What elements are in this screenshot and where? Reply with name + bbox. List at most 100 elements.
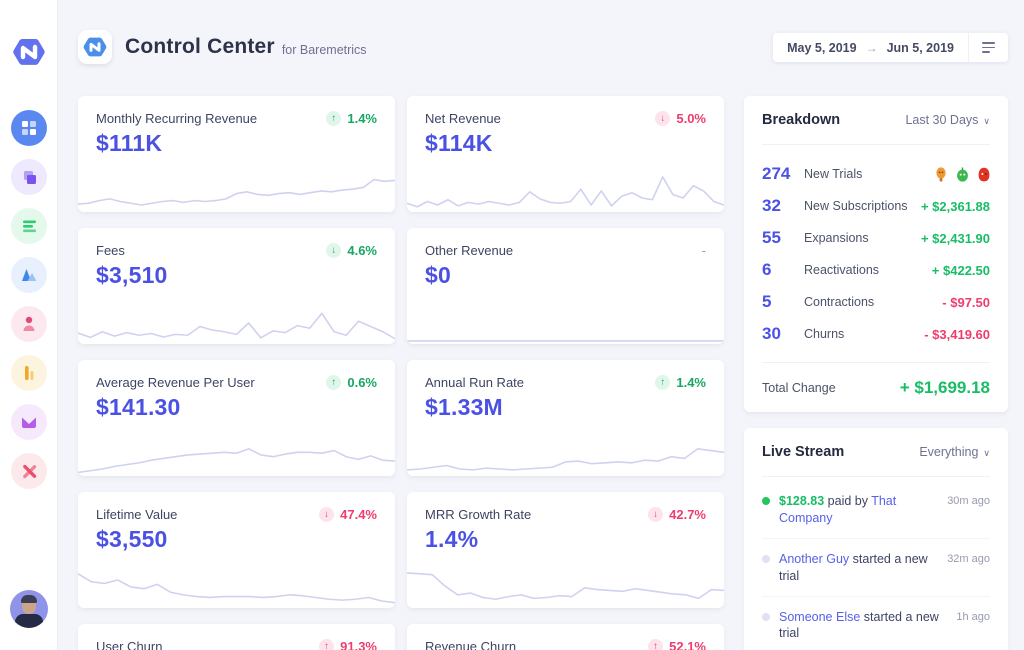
nav-dashboard-grid-icon[interactable]: [11, 110, 47, 146]
breakdown-row-churns: 30 Churns - $3,419.60: [762, 318, 990, 350]
metric-label: User Churn: [96, 639, 162, 650]
arrow-down-icon: ↓: [655, 111, 670, 126]
nav-list-lines-icon[interactable]: [11, 208, 47, 244]
date-range-text[interactable]: May 5, 2019 → Jun 5, 2019: [773, 41, 968, 55]
metric-card-ltv[interactable]: Lifetime Value ↓47.4% $3,550: [78, 492, 395, 608]
breakdown-period-dropdown[interactable]: Last 30 Days∨: [905, 113, 990, 127]
brand: Control Center for Baremetrics: [78, 30, 367, 64]
arrow-up-icon: ↑: [326, 111, 341, 126]
green-creature-icon: [956, 167, 969, 182]
metric-card-other-revenue[interactable]: Other Revenue - $0: [407, 228, 724, 344]
metric-card-user-churn[interactable]: User Churn ↑91.3%: [78, 624, 395, 650]
metric-value: $3,550: [96, 526, 377, 553]
customer-link[interactable]: Someone Else: [779, 610, 860, 624]
change-badge: ↓42.7%: [648, 507, 706, 522]
red-creature-icon: [978, 167, 990, 182]
change-badge: ↓5.0%: [655, 111, 706, 126]
change-badge: ↑1.4%: [326, 111, 377, 126]
sparkline-chart: [78, 430, 395, 476]
change-badge: -: [702, 243, 706, 258]
control-center-logo-icon: [78, 30, 112, 64]
dashboard-content: Monthly Recurring Revenue ↑1.4% $111K Ne…: [78, 96, 1008, 650]
metric-label: Annual Run Rate: [425, 375, 524, 390]
metric-value: $111K: [96, 130, 377, 157]
metric-card-arpu[interactable]: Average Revenue Per User ↑0.6% $141.30: [78, 360, 395, 476]
live-stream-filter-dropdown[interactable]: Everything∨: [919, 445, 990, 459]
customer-link[interactable]: Another Guy: [779, 552, 849, 566]
event-timestamp: 1h ago: [956, 611, 990, 623]
trial-creature-icons: [935, 167, 990, 182]
metric-label: Lifetime Value: [96, 507, 177, 522]
arrow-down-icon: ↓: [648, 507, 663, 522]
breakdown-total-row: Total Change + $1,699.18: [762, 362, 990, 413]
metric-card-fees[interactable]: Fees ↓4.6% $3,510: [78, 228, 395, 344]
main-content: Control Center for Baremetrics May 5, 20…: [58, 0, 1024, 650]
change-badge: ↓47.4%: [319, 507, 377, 522]
metric-card-mrr-growth[interactable]: MRR Growth Rate ↓42.7% 1.4%: [407, 492, 724, 608]
chevron-down-icon: ∨: [983, 448, 990, 459]
date-arrow-icon: →: [866, 41, 878, 55]
breakdown-panel: Breakdown Last 30 Days∨ 274 New Trials: [744, 96, 1008, 412]
right-column: Breakdown Last 30 Days∨ 274 New Trials: [744, 96, 1008, 650]
sidebar-nav: [0, 110, 58, 502]
live-stream-panel: Live Stream Everything∨ $128.83 paid by …: [744, 428, 1008, 650]
stream-event-trial[interactable]: Someone Else started a new trial 1h ago: [762, 597, 990, 650]
date-presets-button[interactable]: [968, 33, 1008, 62]
sparkline-chart: [407, 166, 724, 212]
metric-card-revenue-churn[interactable]: Revenue Churn ↑52.1%: [407, 624, 724, 650]
metric-label: Fees: [96, 243, 125, 258]
sidebar: [0, 0, 58, 650]
arrow-down-icon: ↓: [319, 507, 334, 522]
nav-mail-icon[interactable]: [11, 404, 47, 440]
live-stream-title: Live Stream: [762, 444, 844, 460]
date-end: Jun 5, 2019: [887, 41, 954, 55]
arrow-up-icon: ↑: [655, 375, 670, 390]
metric-label: Average Revenue Per User: [96, 375, 255, 390]
breakdown-row-new-trials: 274 New Trials: [762, 158, 990, 190]
nav-copy-layers-icon[interactable]: [11, 159, 47, 195]
change-badge: ↑52.1%: [648, 639, 706, 650]
sparkline-chart: [78, 298, 395, 344]
arrow-up-icon: ↑: [326, 375, 341, 390]
stream-event-payment[interactable]: $128.83 paid by That Company 30m ago: [762, 481, 990, 539]
chevron-down-icon: ∨: [983, 116, 990, 127]
breakdown-title: Breakdown: [762, 112, 840, 128]
breakdown-row-expansions: 55 Expansions + $2,431.90: [762, 222, 990, 254]
topbar: Control Center for Baremetrics May 5, 20…: [78, 0, 1008, 96]
metric-value: $1.33M: [425, 394, 706, 421]
lavender-dot-icon: [762, 555, 770, 563]
metric-card-net-revenue[interactable]: Net Revenue ↓5.0% $114K: [407, 96, 724, 212]
nav-close-x-icon[interactable]: [11, 453, 47, 489]
metric-label: Net Revenue: [425, 111, 501, 126]
metric-value: $0: [425, 262, 706, 289]
breakdown-row-contractions: 5 Contractions - $97.50: [762, 286, 990, 318]
nav-bar-chart-icon[interactable]: [11, 355, 47, 391]
date-range-picker[interactable]: May 5, 2019 → Jun 5, 2019: [773, 33, 1008, 62]
page-title: Control Center: [125, 35, 275, 59]
breakdown-row-reactivations: 6 Reactivations + $422.50: [762, 254, 990, 286]
lavender-dot-icon: [762, 613, 770, 621]
change-badge: ↑91.3%: [319, 639, 377, 650]
metric-card-mrr[interactable]: Monthly Recurring Revenue ↑1.4% $111K: [78, 96, 395, 212]
sparkline-chart: [407, 562, 724, 608]
metric-value: $114K: [425, 130, 706, 157]
page-subtitle: for Baremetrics: [282, 43, 367, 57]
sparkline-chart: [407, 298, 724, 344]
nav-chart-triangles-icon[interactable]: [11, 257, 47, 293]
arrow-up-icon: ↑: [319, 639, 334, 650]
metric-value: $3,510: [96, 262, 377, 289]
date-start: May 5, 2019: [787, 41, 857, 55]
change-badge: ↑1.4%: [655, 375, 706, 390]
user-avatar[interactable]: [10, 590, 48, 628]
baremetrics-logo-icon[interactable]: [11, 34, 47, 70]
event-timestamp: 32m ago: [947, 553, 990, 565]
sparkline-chart: [407, 430, 724, 476]
change-badge: ↑0.6%: [326, 375, 377, 390]
stream-event-trial[interactable]: Another Guy started a new trial 32m ago: [762, 539, 990, 597]
metric-cards-grid: Monthly Recurring Revenue ↑1.4% $111K Ne…: [78, 96, 724, 650]
metric-card-arr[interactable]: Annual Run Rate ↑1.4% $1.33M: [407, 360, 724, 476]
sparkline-chart: [78, 562, 395, 608]
change-badge: ↓4.6%: [326, 243, 377, 258]
nav-person-icon[interactable]: [11, 306, 47, 342]
metric-label: Revenue Churn: [425, 639, 516, 650]
